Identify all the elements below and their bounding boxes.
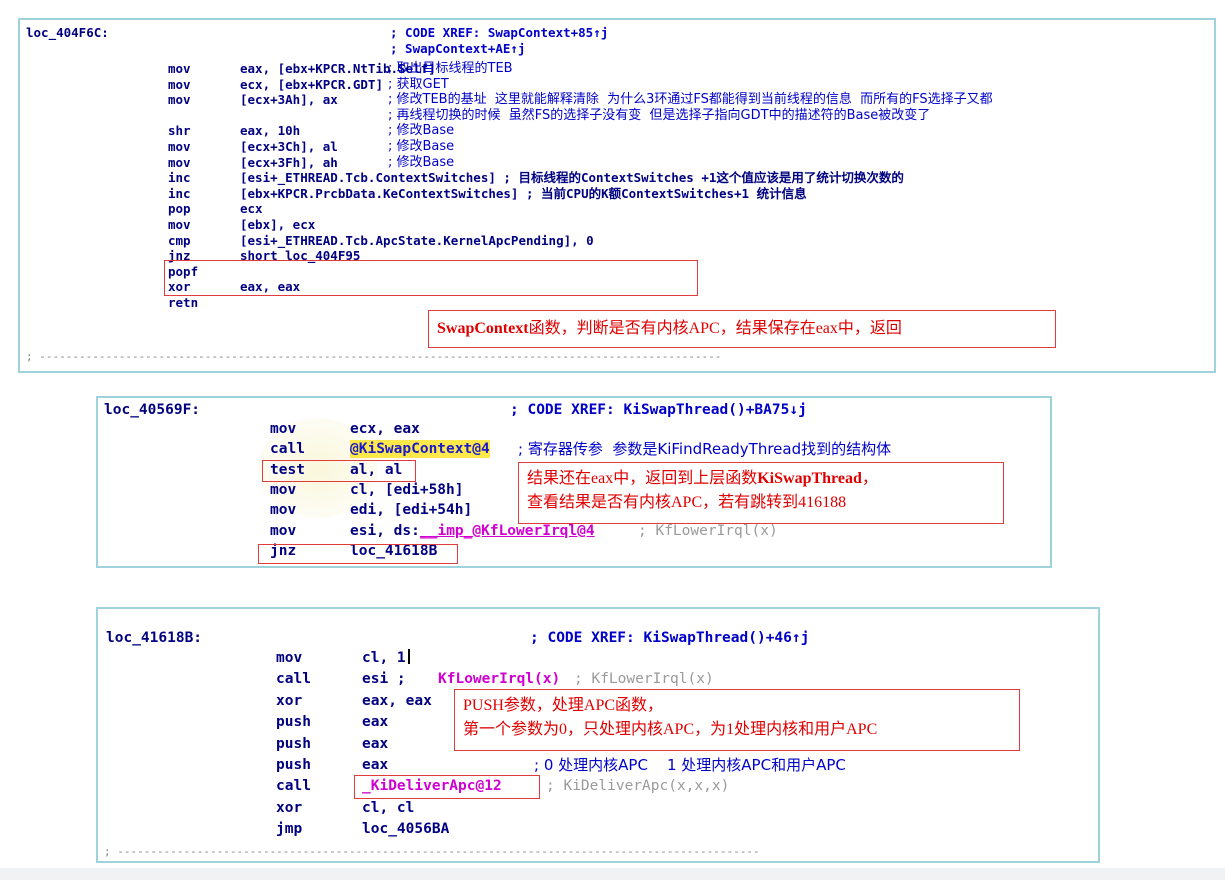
operands: [ecx+3Ah], ax — [240, 92, 338, 108]
mnemonic: mov — [270, 522, 297, 539]
xref-comment: ; SwapContext+AE↑j — [390, 41, 526, 56]
mnemonic: call — [276, 671, 311, 688]
code-label[interactable]: loc_40569F: — [104, 401, 200, 419]
highlight-box-cmp-jnz — [164, 260, 698, 296]
code-label[interactable]: loc_41618B: — [106, 629, 202, 647]
comment: ; KfLowerIrql(x) — [638, 522, 778, 539]
xref-comment: ; CODE XREF: KiSwapThread()+BA75↓j — [510, 402, 807, 418]
note-text: ， — [861, 470, 878, 487]
mnemonic: call — [270, 441, 305, 458]
mnemonic: xor — [276, 692, 303, 709]
operands: cl, cl — [362, 799, 415, 816]
separator-line: ; --------------------------------------… — [26, 350, 722, 363]
annotation-note: PUSH参数，处理APC函数， 第一个参数为0，只处理内核APC，为1处理内核和… — [454, 689, 1020, 751]
comment: ; 再线程切换的时候 虽然FS的选择子没有变 但是选择子指向GDT中的描述符的B… — [388, 107, 931, 123]
function-reference[interactable]: KfLowerIrql(x) — [438, 670, 560, 688]
mnemonic: call — [276, 778, 311, 795]
mnemonic: mov — [270, 502, 297, 519]
mnemonic: push — [276, 714, 311, 731]
note-func-name: SwapContext — [437, 320, 529, 337]
operands: cl, 1 — [362, 649, 410, 667]
comment: ; 0 处理内核APC 1 处理内核APC和用户APC — [534, 756, 846, 774]
import-reference[interactable]: __imp_@KfLowerIrql@4 — [420, 522, 595, 540]
operands: eax — [362, 714, 389, 731]
operands: loc_4056BA — [362, 821, 450, 838]
note-text: 第一个参数为0，只处理内核APC，为1处理内核和用户APC — [463, 721, 878, 738]
note-text: PUSH参数，处理APC函数， — [463, 697, 664, 714]
annotation-note: 结果还在eax中，返回到上层函数KiSwapThread， 查看结果是否有内核A… — [518, 462, 1004, 524]
comment: ; KiDeliverApc(x,x,x) — [546, 778, 730, 795]
annotation-note: SwapContext函数，判断是否有内核APC，结果保存在eax中，返回 — [428, 310, 1056, 348]
mnemonic: mov — [270, 421, 297, 437]
operands: eax — [362, 735, 389, 752]
xref-comment: ; CODE XREF: KiSwapThread()+46↑j — [530, 630, 810, 646]
disassembly-panel-swapcontext: loc_404F6C: ; CODE XREF: SwapContext+85↑… — [18, 18, 1216, 373]
function-reference[interactable]: @KiSwapContext@4 — [350, 440, 490, 459]
operands: eax, eax — [362, 692, 432, 709]
operands: [ebx+KPCR.PrcbData.KeContextSwitches] ; … — [240, 185, 807, 201]
highlight-box-test — [262, 460, 416, 482]
highlight-box-kideliverapc — [354, 775, 540, 799]
highlight-box-jnz — [258, 544, 458, 564]
note-text: 查看结果是否有内核APC，若有跳转到416188 — [527, 494, 847, 511]
disassembly-panel-loc41618b: loc_41618B: ; CODE XREF: KiSwapThread()+… — [96, 607, 1100, 863]
note-func-name: KiSwapThread — [757, 470, 862, 487]
mnemonic: mov — [168, 92, 191, 108]
operands: esi ; — [362, 671, 406, 688]
mnemonic: mov — [270, 481, 297, 498]
note-text: 函数，判断是否有内核APC，结果保存在eax中，返回 — [528, 320, 902, 337]
disassembly-panel-kiswapthread: loc_40569F: ; CODE XREF: KiSwapThread()+… — [96, 396, 1052, 568]
comment: ; KfLowerIrql(x) — [574, 671, 714, 688]
operands: edi, [edi+54h] — [350, 502, 473, 519]
operands: ecx, eax — [350, 421, 420, 437]
operands: esi, ds: — [350, 522, 420, 539]
bottom-scroll-strip — [0, 868, 1225, 880]
code-label[interactable]: loc_404F6C: — [26, 24, 109, 42]
separator-line: ; --------------------------------------… — [104, 845, 760, 858]
note-text: 结果还在eax中，返回到上层函数 — [527, 470, 758, 487]
mnemonic: mov — [276, 650, 303, 666]
mnemonic: push — [276, 757, 311, 773]
comment: ; 寄存器传参 参数是KiFindReadyThread找到的结构体 — [518, 440, 892, 459]
mnemonic: jmp — [276, 821, 303, 838]
operands: eax — [362, 757, 389, 773]
operands: cl, [edi+58h] — [350, 481, 464, 498]
mnemonic: push — [276, 735, 311, 752]
text-cursor — [407, 649, 410, 664]
mnemonic: retn — [168, 295, 199, 310]
mnemonic: xor — [276, 799, 303, 816]
